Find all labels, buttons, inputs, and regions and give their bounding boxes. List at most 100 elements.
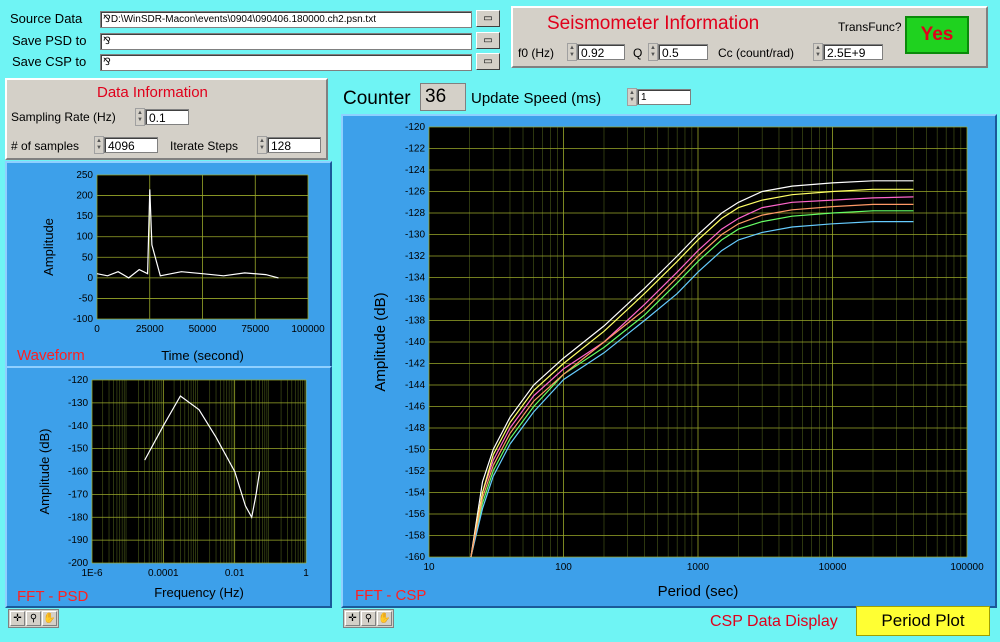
waveform-chart-panel: 0 25000 50000 75000 100000 250 200 150 100 50 0 -50…: [5, 161, 332, 370]
y-tick-label: -50: [79, 293, 94, 304]
source-data-input[interactable]: ⅋D:\WinSDR-Macon\events\0904\090406.1800…: [100, 11, 472, 28]
speed-spinner-icon[interactable]: ▲ ▼: [627, 88, 637, 106]
cc-control[interactable]: ▲ ▼ 2.5E+9: [813, 43, 883, 61]
browse-csp-button[interactable]: ▭: [476, 53, 500, 70]
f0-input[interactable]: 0.92: [577, 44, 625, 60]
sampling-rate-control[interactable]: ▲ ▼ 0.1: [135, 108, 189, 126]
psd-graph-tools: ✛ ⚲ ✋: [8, 609, 59, 628]
y-tick-label: -150: [68, 444, 88, 455]
folder-open-icon: ▭: [483, 13, 493, 24]
counter-value: 36: [420, 83, 466, 111]
sampling-spinner-icon[interactable]: ▲ ▼: [135, 108, 145, 126]
crosshair-icon[interactable]: ✛: [345, 611, 360, 626]
y-axis-label: Amplitude: [41, 218, 56, 276]
y-tick-label: -156: [405, 509, 425, 520]
cc-input[interactable]: 2.5E+9: [823, 44, 883, 60]
browse-source-button[interactable]: ▭: [476, 10, 500, 27]
q-spinner-icon[interactable]: ▲ ▼: [648, 43, 658, 61]
x-tick-label: 75000: [241, 324, 269, 335]
zoom-icon[interactable]: ⚲: [361, 611, 376, 626]
path-glyph-icon: ⅋: [103, 14, 111, 25]
y-tick-label: -190: [68, 535, 88, 546]
y-tick-label: 200: [76, 191, 93, 202]
browse-psd-button[interactable]: ▭: [476, 32, 500, 49]
period-plot-button[interactable]: Period Plot: [856, 606, 990, 636]
source-data-value: D:\WinSDR-Macon\events\0904\090406.18000…: [110, 14, 376, 25]
x-tick-label: 0.0001: [148, 568, 179, 579]
y-axis-label: Amplitude (dB): [372, 292, 389, 391]
crosshair-icon[interactable]: ✛: [10, 611, 25, 626]
y-tick-label: -146: [405, 402, 425, 413]
csp-graph-tools: ✛ ⚲ ✋: [343, 609, 394, 628]
sampling-rate-input[interactable]: 0.1: [145, 109, 189, 125]
y-tick-label: 100: [76, 232, 93, 243]
iterate-steps-input[interactable]: 128: [267, 137, 321, 153]
x-axis-label: Frequency (Hz): [154, 585, 244, 600]
x-tick-label: 100000: [291, 324, 325, 335]
chart-name-label: FFT - PSD: [17, 588, 89, 605]
x-tick-label: 1E-6: [81, 568, 103, 579]
save-psd-input[interactable]: ⅋: [100, 33, 472, 50]
y-tick-label: -120: [405, 122, 425, 133]
x-tick-label: 0.01: [225, 568, 245, 579]
y-tick-label: 250: [76, 170, 93, 181]
y-tick-label: -180: [68, 512, 88, 523]
waveform-chart: 0 25000 50000 75000 100000 250 200 150 100 50 0 -50…: [17, 170, 325, 364]
x-tick-label: 100: [555, 562, 572, 573]
data-info-panel: Data Information Sampling Rate (Hz) ▲ ▼ 0…: [5, 78, 328, 160]
y-tick-label: 0: [87, 273, 93, 284]
csp-chart: 10 100 1000 10000 100000 -120 -122 -124 -126 -128…: [355, 122, 984, 604]
save-psd-label: Save PSD to: [12, 33, 87, 48]
x-axis-label: Time (second): [161, 348, 244, 363]
f0-label: f0 (Hz): [518, 46, 554, 60]
y-tick-label: -126: [405, 187, 425, 198]
psd-chart: 1E-6 0.0001 0.01 1 -120 -130 -140 -150 -160 -170 -…: [17, 375, 309, 605]
transfunc-yes-button[interactable]: Yes: [905, 16, 969, 54]
x-tick-label: 10: [423, 562, 435, 573]
y-tick-label: -200: [68, 558, 88, 569]
f0-spinner-icon[interactable]: ▲ ▼: [567, 43, 577, 61]
y-tick-label: -134: [405, 273, 425, 284]
iterate-steps-control[interactable]: ▲ ▼ 128: [257, 136, 321, 154]
data-info-title: Data Information: [97, 84, 208, 101]
x-tick-label: 0: [94, 324, 100, 335]
samples-input[interactable]: 4096: [104, 137, 158, 153]
q-control[interactable]: ▲ ▼ 0.5: [648, 43, 708, 61]
y-tick-label: 50: [82, 252, 94, 263]
psd-chart-panel: 1E-6 0.0001 0.01 1 -120 -130 -140 -150 -160 -170 -…: [5, 366, 332, 608]
x-tick-label: 50000: [189, 324, 217, 335]
chart-name-label: FFT - CSP: [355, 587, 426, 604]
y-tick-label: -132: [405, 251, 425, 262]
path-glyph-icon: ⅋: [103, 36, 111, 47]
seismometer-panel: Seismometer Information TransFunc? Yes f…: [511, 6, 988, 68]
y-tick-label: -152: [405, 466, 425, 477]
iterate-spinner-icon[interactable]: ▲ ▼: [257, 136, 267, 154]
save-csp-label: Save CSP to: [12, 54, 87, 69]
samples-spinner-icon[interactable]: ▲ ▼: [94, 136, 104, 154]
y-tick-label: -100: [73, 314, 93, 325]
f0-control[interactable]: ▲ ▼ 0.92: [567, 43, 625, 61]
zoom-icon[interactable]: ⚲: [26, 611, 41, 626]
x-tick-label: 1000: [687, 562, 710, 573]
y-tick-label: -120: [68, 375, 88, 386]
samples-control[interactable]: ▲ ▼ 4096: [94, 136, 158, 154]
update-speed-input[interactable]: 1: [637, 89, 691, 105]
y-tick-label: -160: [405, 552, 425, 563]
x-tick-label: 1: [303, 568, 309, 579]
pan-hand-icon[interactable]: ✋: [42, 611, 57, 626]
sampling-rate-label: Sampling Rate (Hz): [11, 110, 116, 124]
q-input[interactable]: 0.5: [658, 44, 708, 60]
csp-display-label: CSP Data Display: [710, 613, 838, 630]
x-tick-label: 100000: [950, 562, 984, 573]
iterate-steps-label: Iterate Steps: [170, 139, 239, 153]
x-axis-label: Period (sec): [658, 583, 739, 600]
pan-hand-icon[interactable]: ✋: [377, 611, 392, 626]
cc-spinner-icon[interactable]: ▲ ▼: [813, 43, 823, 61]
update-speed-control[interactable]: ▲ ▼ 1: [627, 88, 691, 106]
y-axis-label: Amplitude (dB): [37, 429, 52, 515]
y-tick-label: -140: [405, 337, 425, 348]
source-data-label: Source Data: [10, 11, 83, 26]
csp-chart-panel: 10 100 1000 10000 100000 -120 -122 -124 -126 -128…: [341, 114, 997, 608]
save-csp-input[interactable]: ⅋: [100, 54, 472, 71]
transfunc-label: TransFunc?: [838, 20, 902, 34]
